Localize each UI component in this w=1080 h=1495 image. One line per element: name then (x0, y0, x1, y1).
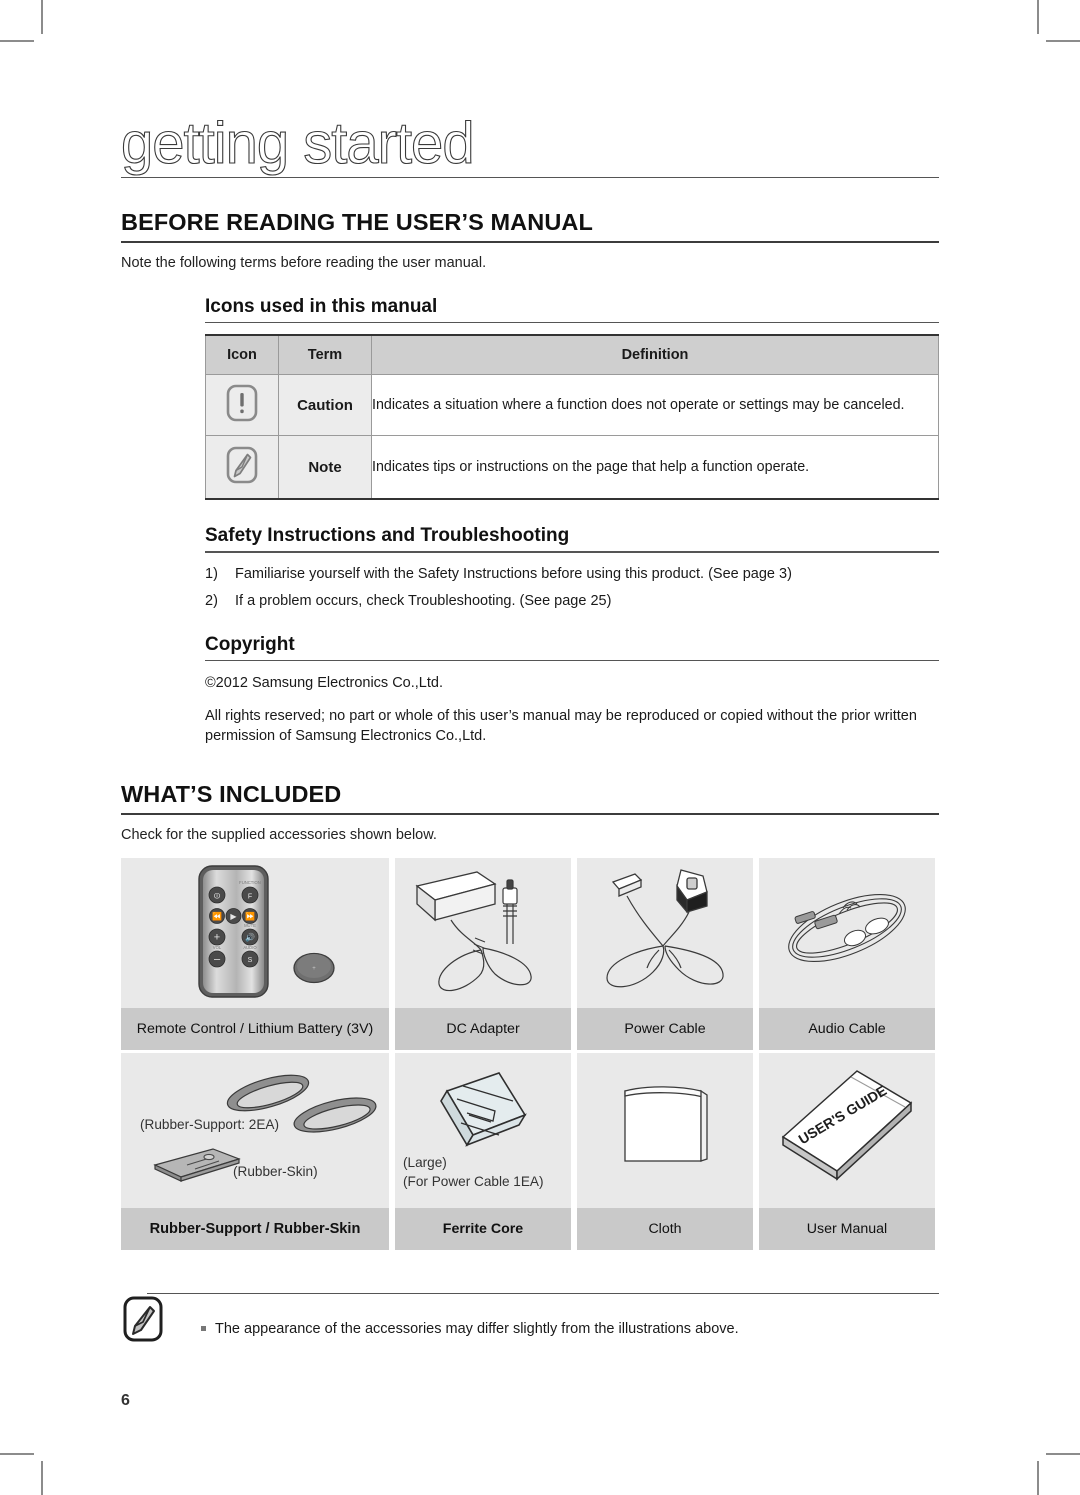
subheading-safety-instructions: Safety Instructions and Troubleshooting (205, 525, 570, 547)
crop-mark-bottom-right-vertical (1037, 1461, 1039, 1495)
page-number: 6 (121, 1392, 130, 1409)
svg-text:⏩: ⏩ (245, 911, 255, 921)
subheading-safety-rule (205, 551, 939, 553)
page-content: getting started BEFORE READING THE USER’… (120, 0, 939, 1495)
list-item: 2) If a problem occurs, check Troublesho… (205, 593, 939, 609)
accessory-cell-cloth: Cloth (577, 1053, 753, 1250)
cloth-illustration (577, 1053, 753, 1208)
accessory-caption: User Manual (759, 1208, 935, 1250)
crop-mark-top-left-horizontal (0, 40, 34, 42)
note-icon (121, 1294, 165, 1349)
ferrite-core-usage-label: (For Power Cable 1EA) (403, 1174, 544, 1189)
note-term: Note (278, 435, 372, 501)
svg-text:S: S (248, 957, 253, 964)
svg-text:VOL: VOL (213, 945, 222, 950)
rubber-skin-label: (Rubber-Skin) (233, 1164, 318, 1179)
section-heading-rule (121, 241, 939, 244)
accessory-caption: Audio Cable (759, 1008, 935, 1050)
table-row: Caution Indicates a situation where a fu… (205, 374, 939, 437)
icons-table: Icon Term Definition Caution Indicates a… (205, 334, 939, 501)
crop-mark-bottom-left-vertical (41, 1461, 43, 1495)
accessory-cell-rubber-support: (Rubber-Support: 2EA) (Rubber-Skin) Rubb… (121, 1053, 389, 1250)
copyright-line-1: ©2012 Samsung Electronics Co.,Ltd. (205, 675, 443, 692)
accessory-caption: Cloth (577, 1208, 753, 1250)
svg-text:MUTE: MUTE (244, 923, 256, 928)
caution-term: Caution (278, 374, 372, 437)
accessory-caption: Ferrite Core (395, 1208, 571, 1250)
whats-included-heading-rule (121, 813, 939, 815)
caution-icon (225, 384, 259, 427)
bullet-icon (201, 1325, 206, 1331)
accessory-caption: DC Adapter (395, 1008, 571, 1050)
before-reading-indent-block: Icons used in this manual Icon Term Defi… (205, 296, 939, 747)
list-item-number: 2) (205, 592, 218, 609)
rubber-support-quantity-label: (Rubber-Support: 2EA) (140, 1117, 280, 1132)
before-reading-intro: Note the following terms before reading … (121, 255, 487, 272)
accessory-cell-user-manual: USER'S GUIDE User Manual (759, 1053, 935, 1250)
audio-cable-illustration (759, 858, 935, 1008)
whats-included-intro: Check for the supplied accessories shown… (121, 827, 437, 843)
dc-adapter-illustration (395, 858, 571, 1008)
table-header-definition: Definition (371, 334, 939, 376)
ferrite-core-size-label: (Large) (403, 1155, 447, 1170)
section-heading-whats-included: WHAT’S INCLUDED (121, 781, 342, 807)
rubber-support-illustration: (Rubber-Support: 2EA) (Rubber-Skin) (121, 1053, 389, 1208)
accessory-caption: Rubber-Support / Rubber-Skin (121, 1208, 389, 1250)
list-item-text: If a problem occurs, check Troubleshooti… (235, 592, 612, 609)
ferrite-core-illustration: (Large) (For Power Cable 1EA) (395, 1053, 571, 1208)
accessory-cell-power-cable: Power Cable (577, 858, 753, 1050)
list-item-number: 1) (205, 565, 218, 582)
accessory-cell-audio-cable: Audio Cable (759, 858, 935, 1050)
svg-text:⏪: ⏪ (212, 911, 222, 921)
note-icon-cell (205, 435, 279, 501)
svg-text:+: + (312, 966, 316, 972)
caution-icon-cell (205, 374, 279, 437)
list-item: 1) Familiarise yourself with the Safety … (205, 566, 939, 582)
table-row: Note Indicates tips or instructions on t… (205, 435, 939, 501)
svg-text:+: + (214, 932, 220, 944)
table-header-icon: Icon (205, 334, 279, 376)
chapter-title-rule (121, 177, 939, 179)
accessories-grid: ⏼ F ⏪ ▶ ⏩ + 🔊 – S FUNCTION MUTE VOL AUDI… (121, 858, 939, 1250)
subheading-copyright-rule (205, 659, 939, 662)
crop-mark-bottom-right-horizontal (1046, 1453, 1080, 1455)
accessory-cell-dc-adapter: DC Adapter (395, 858, 571, 1050)
accessory-cell-ferrite-core: (Large) (For Power Cable 1EA) Ferrite Co… (395, 1053, 571, 1250)
note-definition: Indicates tips or instructions on the pa… (371, 435, 939, 501)
crop-mark-top-right-horizontal (1046, 40, 1080, 42)
user-manual-illustration: USER'S GUIDE (759, 1053, 935, 1208)
power-cable-illustration (577, 858, 753, 1008)
safety-instructions-list: 1) Familiarise yourself with the Safety … (205, 566, 939, 609)
svg-text:🔊: 🔊 (245, 932, 255, 942)
chapter-title: getting started (120, 111, 475, 176)
subheading-copyright: Copyright (205, 633, 295, 655)
svg-text:–: – (214, 954, 221, 966)
section-heading-before-reading: BEFORE READING THE USER’S MANUAL (121, 209, 593, 236)
subheading-icons-rule (205, 322, 939, 324)
table-header-row: Icon Term Definition (205, 334, 939, 376)
svg-text:F: F (248, 894, 252, 901)
note-icon (225, 446, 259, 489)
accessory-cell-remote-control: ⏼ F ⏪ ▶ ⏩ + 🔊 – S FUNCTION MUTE VOL AUDI… (121, 858, 389, 1050)
svg-text:⏼: ⏼ (214, 892, 221, 901)
footer-note-text: The appearance of the accessories may di… (215, 1321, 739, 1337)
crop-mark-top-left-vertical (41, 0, 43, 34)
footer-note: The appearance of the accessories may di… (121, 1293, 939, 1367)
svg-text:AUDIO: AUDIO (243, 945, 257, 950)
crop-mark-top-right-vertical (1037, 0, 1039, 34)
remote-control-illustration: ⏼ F ⏪ ▶ ⏩ + 🔊 – S FUNCTION MUTE VOL AUDI… (121, 858, 389, 1008)
svg-text:FUNCTION: FUNCTION (239, 880, 261, 885)
table-header-term: Term (278, 334, 372, 376)
accessory-caption: Power Cable (577, 1008, 753, 1050)
list-item-text: Familiarise yourself with the Safety Ins… (235, 565, 792, 582)
subheading-icons-used: Icons used in this manual (205, 296, 438, 318)
svg-text:▶: ▶ (230, 912, 237, 921)
crop-mark-bottom-left-horizontal (0, 1453, 34, 1455)
footer-note-rule (147, 1293, 939, 1295)
copyright-line-2: All rights reserved; no part or whole of… (205, 707, 917, 745)
caution-definition: Indicates a situation where a function d… (371, 374, 939, 437)
accessory-caption: Remote Control / Lithium Battery (3V) (121, 1008, 389, 1050)
footer-note-text-wrap: The appearance of the accessories may di… (201, 1321, 739, 1337)
